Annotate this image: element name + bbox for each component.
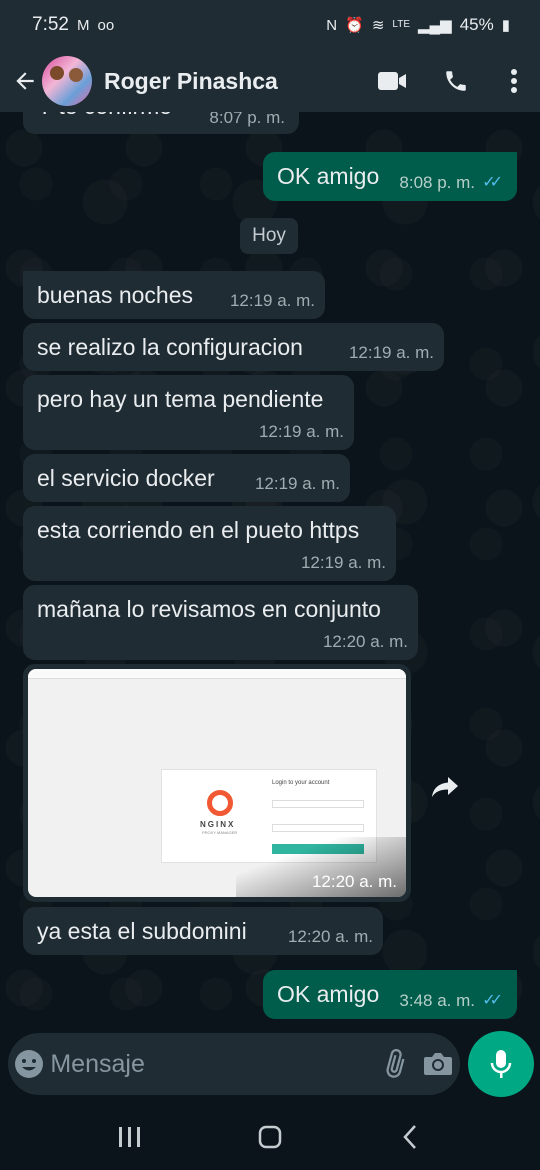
preview-urlbar [28,669,406,679]
more-vertical-icon[interactable] [488,56,540,106]
message-text: ya esta el subdomini [37,918,247,944]
message-time: 12:19 a. m. [258,422,344,441]
chat-area[interactable]: Y te confirmo 8:07 p. m. OK amigo 8:08 p… [0,112,540,1030]
double-check-icon: ✓✓ [482,174,503,191]
message-bubble-incoming[interactable]: buenas noches 12:19 a. m. [23,271,325,319]
day-separator: Hoy [240,218,298,254]
forward-icon[interactable] [425,767,465,807]
status-bar: 7:52 M oo N ⏰ ≋ LTE ▂▄▆ 45% ▮ [0,0,540,50]
message-time: 12:20 a. m. [311,872,397,891]
avatar[interactable] [42,56,92,106]
message-text: buenas noches [37,282,194,308]
home-icon[interactable] [240,1112,300,1162]
message-text: se realizo la configuracion [37,334,303,360]
message-time: 3:48 a. m. [399,991,475,1010]
chat-header: Roger Pinashca [0,50,540,112]
message-bubble-incoming[interactable]: se realizo la configuracion 12:19 a. m. [23,323,444,371]
image-message[interactable]: NGINX PROXY MANAGER Login to your accoun… [23,664,411,902]
message-time: 8:08 p. m. [399,173,475,192]
camera-icon[interactable] [416,1033,460,1095]
alarm-icon: ⏰ [345,16,364,34]
nfc-icon: N [326,16,338,34]
message-time: 12:19 a. m. [229,291,315,310]
preview-password-field [272,824,364,832]
preview-form-title: Login to your account [272,780,330,786]
message-text: OK amigo [277,163,380,189]
message-bubble-incoming[interactable]: ya esta el subdomini 12:20 a. m. [23,907,383,955]
message-text: pero hay un tema pendiente [37,386,324,412]
message-time: 8:07 p. m. [209,112,285,127]
paperclip-icon[interactable] [372,1033,416,1095]
microphone-icon[interactable] [468,1031,534,1097]
image-preview[interactable]: NGINX PROXY MANAGER Login to your accoun… [28,669,406,897]
message-bubble-incoming[interactable]: pero hay un tema pendiente 12:19 a. m. [23,375,354,450]
message-time: 12:19 a. m. [300,553,386,572]
contact-name[interactable]: Roger Pinashca [104,68,360,95]
preview-logo-subtext: PROXY MANAGER [202,830,238,835]
voicemail-icon: oo [97,16,115,34]
network-type: LTE [392,19,410,30]
message-time: 12:19 a. m. [348,343,434,362]
message-bubble-incoming[interactable]: esta corriendo en el pueto https 12:19 a… [23,506,396,581]
emoji-icon[interactable] [8,1033,50,1095]
wifi-icon: ≋ [371,16,385,34]
battery-percent: 45% [459,15,494,34]
video-camera-icon[interactable] [360,56,424,106]
gmail-icon: M [76,16,90,34]
message-text: esta corriendo en el pueto https [37,517,360,543]
preview-logo-text: NGINX [200,820,236,829]
back-icon[interactable] [380,1112,440,1162]
message-composer [8,1033,460,1095]
message-time: 12:19 a. m. [254,474,340,493]
preview-email-field [272,800,364,808]
phone-icon[interactable] [424,56,488,106]
system-nav-bar [0,1104,540,1170]
message-text: OK amigo [277,981,380,1007]
message-bubble-incoming[interactable]: el servicio docker 12:19 a. m. [23,454,350,502]
recent-apps-icon[interactable] [100,1112,160,1162]
nginx-logo-icon [207,790,233,816]
status-time: 7:52 [32,14,69,35]
arrow-left-icon[interactable] [8,61,42,101]
message-time: 12:20 a. m. [322,632,408,651]
message-bubble-outgoing[interactable]: OK amigo 3:48 a. m. ✓✓ [263,970,517,1019]
message-text: Y te confirmo [37,112,172,120]
message-input[interactable] [50,1033,373,1095]
signal-icon: ▂▄▆ [418,16,452,34]
message-bubble-outgoing[interactable]: OK amigo 8:08 p. m. ✓✓ [263,152,517,201]
battery-icon: ▮ [501,16,510,34]
message-time: 12:20 a. m. [287,927,373,946]
message-text: el servicio docker [37,465,215,491]
message-text: mañana lo revisamos en conjunto [37,596,381,622]
double-check-icon: ✓✓ [482,992,503,1009]
message-bubble-incoming[interactable]: mañana lo revisamos en conjunto 12:20 a.… [23,585,418,660]
message-bubble-partial[interactable]: Y te confirmo 8:07 p. m. [23,112,299,134]
